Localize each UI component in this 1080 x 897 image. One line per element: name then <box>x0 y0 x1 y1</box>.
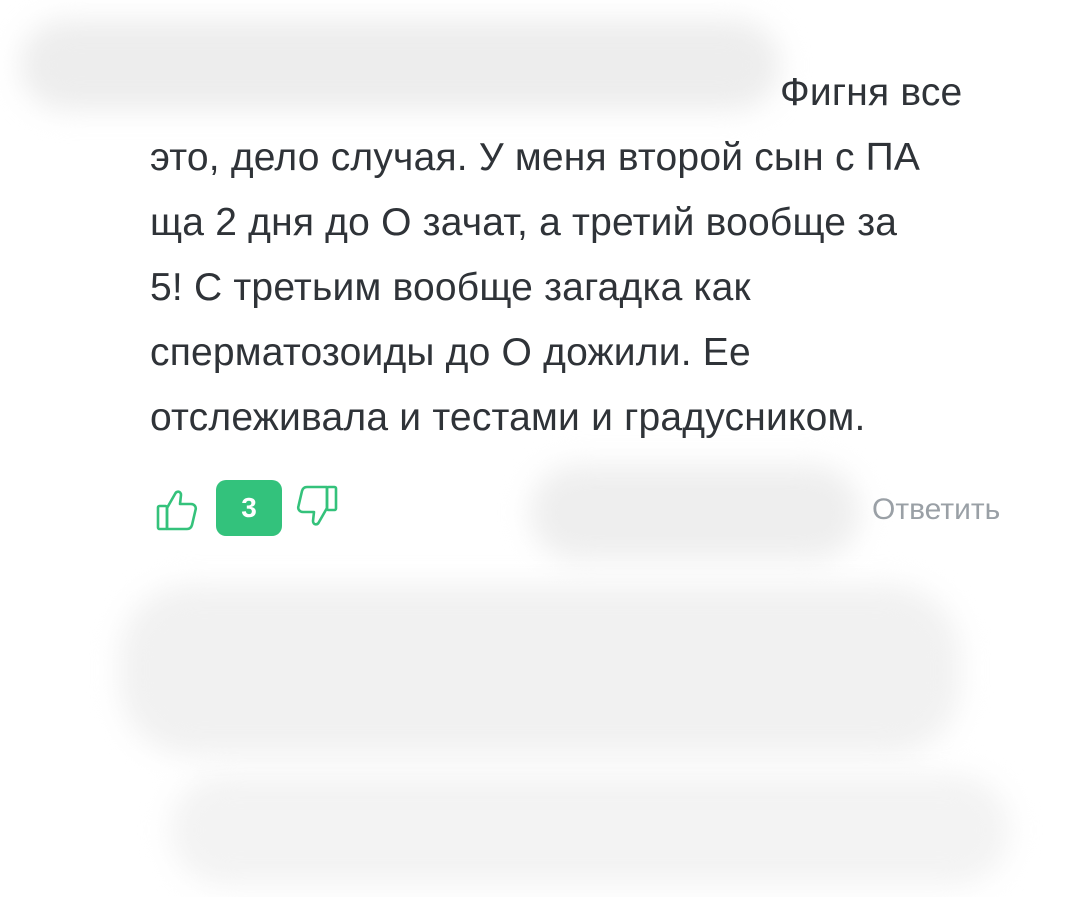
comment-text-line: отслеживала и тестами и градусником. <box>150 396 866 439</box>
dislike-button[interactable] <box>290 478 344 538</box>
redacted-region <box>530 465 860 560</box>
vote-bar: 3 <box>150 478 344 538</box>
thumbs-up-icon <box>156 490 198 531</box>
comment-text-line: ща 2 дня до О зачат, а третий вообще за <box>150 201 898 244</box>
comment-text-line: это, дело случая. У меня второй сын с ПА <box>150 136 921 179</box>
thumbs-down-icon <box>296 485 338 526</box>
reply-button[interactable]: Ответить <box>872 490 1000 530</box>
like-button[interactable] <box>150 478 204 538</box>
comment-text-line: сперматозоиды до О дожили. Ее <box>150 331 751 374</box>
comment-text: Фигня все это, дело случая. У меня второ… <box>150 60 1030 450</box>
comment-card: Фигня все это, дело случая. У меня второ… <box>0 0 1080 897</box>
redacted-region <box>120 585 960 755</box>
vote-count-badge: 3 <box>216 480 282 536</box>
comment-text-line: Фигня все <box>780 71 963 114</box>
comment-text-line: 5! С третьим вообще загадка как <box>150 266 751 309</box>
redacted-region <box>170 775 1010 885</box>
